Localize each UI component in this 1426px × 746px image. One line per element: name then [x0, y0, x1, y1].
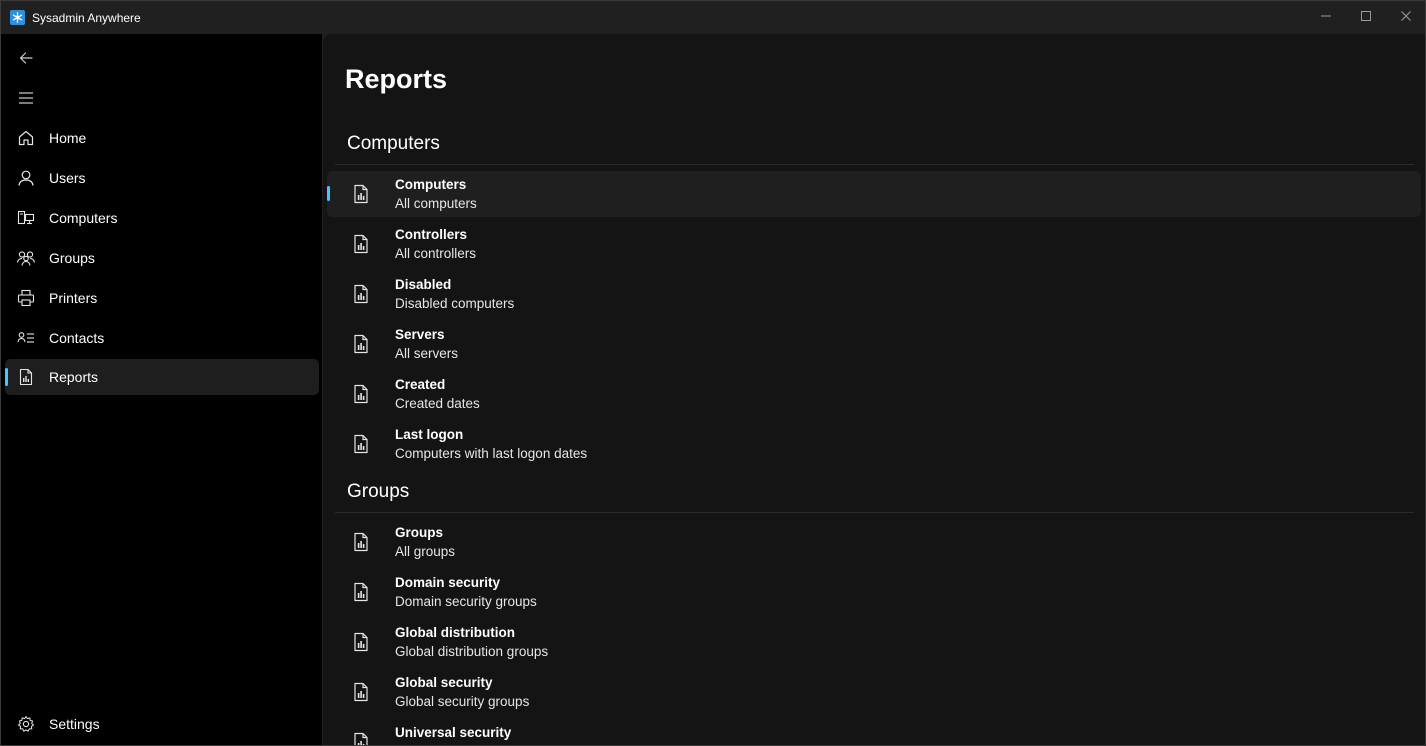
report-icon [349, 182, 373, 206]
report-item-created[interactable]: Created Created dates [327, 371, 1421, 417]
report-icon [349, 730, 373, 745]
report-item-computers[interactable]: Computers All computers [327, 171, 1421, 217]
contact-card-icon [15, 327, 37, 349]
nav-item-groups[interactable]: Groups [5, 240, 319, 276]
report-icon [349, 580, 373, 604]
nav-item-printers[interactable]: Printers [5, 280, 319, 316]
app-logo-icon [10, 10, 25, 25]
selection-indicator [327, 186, 330, 201]
report-item-controllers[interactable]: Controllers All controllers [327, 221, 1421, 267]
report-title: Created [395, 377, 446, 392]
minimize-icon [1321, 15, 1331, 17]
maximize-icon [1361, 11, 1371, 21]
page-title: Reports [345, 64, 448, 94]
report-description: All computers [395, 196, 477, 211]
close-icon [1401, 11, 1411, 21]
report-title: Disabled [395, 277, 452, 292]
report-description: All servers [395, 346, 459, 361]
report-icon [349, 282, 373, 306]
app-window: Sysadmin Anywhere Home Users Computers G… [0, 0, 1426, 746]
report-description: All controllers [395, 246, 477, 261]
report-title: Computers [395, 177, 467, 192]
nav-item-label: Groups [49, 250, 95, 266]
report-title: Domain security [395, 575, 501, 590]
report-icon [349, 630, 373, 654]
report-title: Last logon [395, 427, 464, 442]
printer-icon [15, 287, 37, 309]
nav-item-label: Settings [49, 716, 100, 732]
report-description: Global security groups [395, 694, 530, 709]
report-icon [15, 366, 37, 388]
report-title: Universal security [395, 725, 512, 740]
report-description: Global distribution groups [395, 644, 549, 659]
back-button[interactable] [15, 47, 37, 69]
navigation-pane: Home Users Computers Groups Printers Con… [1, 34, 322, 745]
report-description: Computers with last logon dates [395, 446, 588, 461]
report-title: Groups [395, 525, 444, 540]
hamburger-menu-icon [19, 92, 33, 104]
back-arrow-icon [19, 52, 33, 64]
menu-toggle-button[interactable] [15, 87, 37, 109]
nav-item-label: Home [49, 130, 87, 146]
nav-item-settings[interactable]: Settings [5, 706, 319, 742]
report-item-disabled[interactable]: Disabled Disabled computers [327, 271, 1421, 317]
report-title: Global distribution [395, 625, 515, 640]
section-title-computers: Computers [347, 133, 440, 154]
report-icon [349, 432, 373, 456]
title-bar: Sysadmin Anywhere [1, 1, 1425, 34]
report-item-universal-security[interactable]: Universal security [327, 719, 1421, 745]
nav-item-label: Reports [49, 369, 99, 385]
report-title: Servers [395, 327, 445, 342]
report-icon [349, 530, 373, 554]
report-icon [349, 332, 373, 356]
nav-item-computers[interactable]: Computers [5, 200, 319, 236]
selection-indicator [5, 368, 8, 386]
report-title: Controllers [395, 227, 468, 242]
main-content: Reports Computers Computers All computer… [323, 34, 1425, 745]
report-item-global-security[interactable]: Global security Global security groups [327, 669, 1421, 715]
report-item-groups[interactable]: Groups All groups [327, 519, 1421, 565]
section-divider [335, 164, 1414, 165]
report-item-last-logon[interactable]: Last logon Computers with last logon dat… [327, 421, 1421, 467]
report-title: Global security [395, 675, 493, 690]
nav-item-label: Computers [49, 210, 118, 226]
close-button[interactable] [1386, 1, 1425, 31]
nav-item-label: Contacts [49, 330, 105, 346]
nav-item-home[interactable]: Home [5, 120, 319, 156]
user-icon [15, 167, 37, 189]
home-icon [15, 127, 37, 149]
report-description: Disabled computers [395, 296, 515, 311]
report-item-servers[interactable]: Servers All servers [327, 321, 1421, 367]
report-description: Domain security groups [395, 594, 537, 609]
computer-icon [15, 207, 37, 229]
nav-item-label: Users [49, 170, 86, 186]
report-description: All groups [395, 544, 456, 559]
report-description: Created dates [395, 396, 480, 411]
report-icon [349, 382, 373, 406]
section-divider [335, 512, 1414, 513]
maximize-button[interactable] [1346, 1, 1386, 31]
report-item-domain-security[interactable]: Domain security Domain security groups [327, 569, 1421, 615]
people-icon [15, 247, 37, 269]
nav-item-reports[interactable]: Reports [5, 359, 319, 395]
app-title: Sysadmin Anywhere [32, 11, 141, 25]
nav-item-contacts[interactable]: Contacts [5, 320, 319, 356]
nav-item-users[interactable]: Users [5, 160, 319, 196]
section-title-groups: Groups [347, 481, 410, 502]
nav-item-label: Printers [49, 290, 98, 306]
report-icon [349, 232, 373, 256]
report-item-global-distribution[interactable]: Global distribution Global distribution … [327, 619, 1421, 665]
minimize-button[interactable] [1306, 1, 1346, 31]
report-icon [349, 680, 373, 704]
gear-icon [15, 713, 37, 735]
